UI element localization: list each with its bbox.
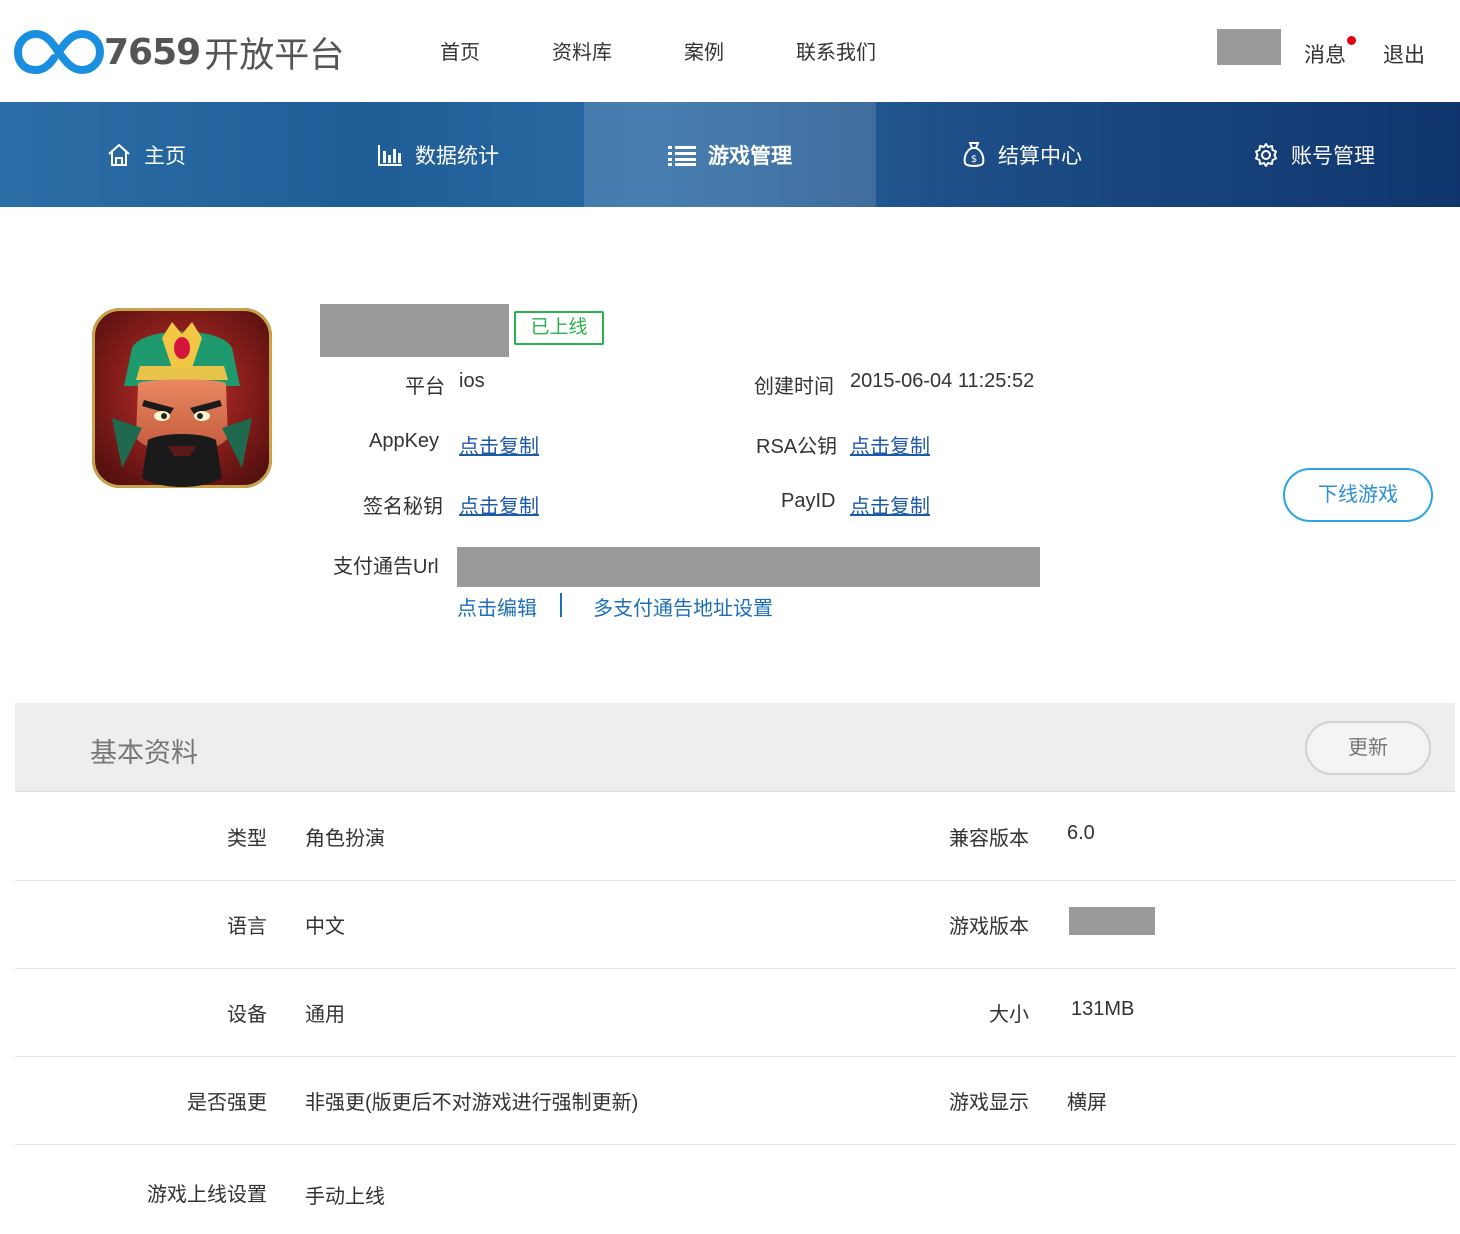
main-nav-label: 账号管理 <box>1291 144 1375 168</box>
svg-text:$: $ <box>971 154 977 165</box>
info-row: 设备 通用 大小 131MB <box>15 968 1455 1057</box>
logo-number: 7659 <box>104 31 201 73</box>
created-time-label: 创建时间 <box>754 376 834 398</box>
sign-secret-copy-link[interactable]: 点击复制 <box>459 490 539 519</box>
multi-pay-url-link[interactable]: 多支付通告地址设置 <box>593 592 773 621</box>
main-nav-label: 数据统计 <box>415 144 499 168</box>
payid-label: PayID <box>781 490 836 512</box>
info-value: 中文 <box>305 916 345 938</box>
info-label: 设备 <box>227 1004 267 1026</box>
payid-copy-link[interactable]: 点击复制 <box>850 490 930 519</box>
info-row: 是否强更 非强更(版更后不对游戏进行强制更新) 游戏显示 横屏 <box>15 1056 1455 1145</box>
game-name-redacted <box>320 304 509 357</box>
infinity-logo-icon <box>14 29 104 75</box>
game-icon-image <box>92 308 272 488</box>
main-nav-home[interactable]: 主页 <box>0 102 292 207</box>
edit-url-link[interactable]: 点击编辑 <box>457 592 537 621</box>
info-label: 大小 <box>989 1004 1029 1026</box>
rsa-copy-link[interactable]: 点击复制 <box>850 430 930 459</box>
sign-secret-label: 签名秘钥 <box>363 496 443 518</box>
created-time-value: 2015-06-04 11:25:52 <box>850 370 1035 392</box>
platform-label: 平台 <box>405 376 445 398</box>
offline-game-button[interactable]: 下线游戏 <box>1283 468 1433 522</box>
money-bag-icon: $ <box>963 141 985 167</box>
logo[interactable]: 7659 开放平台 <box>14 22 354 82</box>
top-nav: 首页 资料库 案例 联系我们 <box>440 36 948 65</box>
info-label: 类型 <box>227 828 267 850</box>
section-title: 基本资料 <box>90 738 198 768</box>
info-label: 语言 <box>227 916 267 938</box>
info-value: 角色扮演 <box>305 828 385 850</box>
main-nav-stats[interactable]: 数据统计 <box>292 102 584 207</box>
main-nav-game-management[interactable]: 游戏管理 <box>584 102 876 207</box>
main-nav-label: 结算中心 <box>998 144 1082 168</box>
logout-link[interactable]: 退出 <box>1383 39 1425 69</box>
info-value: 131MB <box>1071 998 1135 1020</box>
bar-chart-icon <box>378 144 402 166</box>
info-value: 横屏 <box>1067 1092 1107 1114</box>
info-row: 类型 角色扮演 兼容版本 6.0 <box>15 792 1455 881</box>
info-value: 通用 <box>305 1004 345 1026</box>
gear-icon <box>1255 142 1277 167</box>
top-nav-home[interactable]: 首页 <box>440 36 480 65</box>
info-row: 游戏上线设置 手动上线 <box>15 1144 1455 1233</box>
pay-url-label: 支付通告Url <box>333 556 439 578</box>
info-value: 非强更(版更后不对游戏进行强制更新) <box>305 1092 639 1114</box>
info-label: 游戏版本 <box>949 916 1029 938</box>
unread-dot <box>1347 36 1356 45</box>
link-divider <box>560 593 562 617</box>
appkey-label: AppKey <box>369 430 440 452</box>
messages-link[interactable]: 消息 <box>1304 39 1346 69</box>
info-label: 游戏上线设置 <box>147 1184 267 1206</box>
main-nav-label: 主页 <box>144 144 186 168</box>
main-nav-settlement[interactable]: $ 结算中心 <box>876 102 1168 207</box>
pay-url-redacted <box>457 547 1040 587</box>
info-row: 语言 中文 游戏版本 <box>15 880 1455 969</box>
top-nav-contact[interactable]: 联系我们 <box>796 36 876 65</box>
info-value: 手动上线 <box>305 1186 385 1208</box>
list-icon <box>668 145 696 166</box>
update-button[interactable]: 更新 <box>1305 721 1431 775</box>
game-version-redacted <box>1069 907 1155 935</box>
top-nav-cases[interactable]: 案例 <box>684 36 724 65</box>
status-badge: 已上线 <box>514 311 604 345</box>
info-value: 6.0 <box>1067 822 1095 844</box>
home-icon <box>108 143 130 166</box>
top-nav-library[interactable]: 资料库 <box>552 36 612 65</box>
info-label: 兼容版本 <box>949 828 1029 850</box>
platform-value: ios <box>459 370 485 392</box>
basic-info-header: 基本资料 更新 <box>15 703 1455 792</box>
logo-text: 开放平台 <box>204 35 345 76</box>
appkey-copy-link[interactable]: 点击复制 <box>459 430 539 459</box>
main-nav-account[interactable]: 账号管理 <box>1168 102 1460 207</box>
info-label: 游戏显示 <box>949 1092 1029 1114</box>
user-avatar-redacted[interactable] <box>1217 29 1281 65</box>
main-nav-label: 游戏管理 <box>708 144 792 168</box>
main-nav: 主页 数据统计 游戏管理 $ 结算中心 账号管理 <box>0 102 1460 207</box>
rsa-key-label: RSA公钥 <box>756 436 838 458</box>
top-header: 7659 开放平台 首页 资料库 案例 联系我们 消息 退出 <box>0 0 1460 102</box>
info-label: 是否强更 <box>187 1092 267 1114</box>
